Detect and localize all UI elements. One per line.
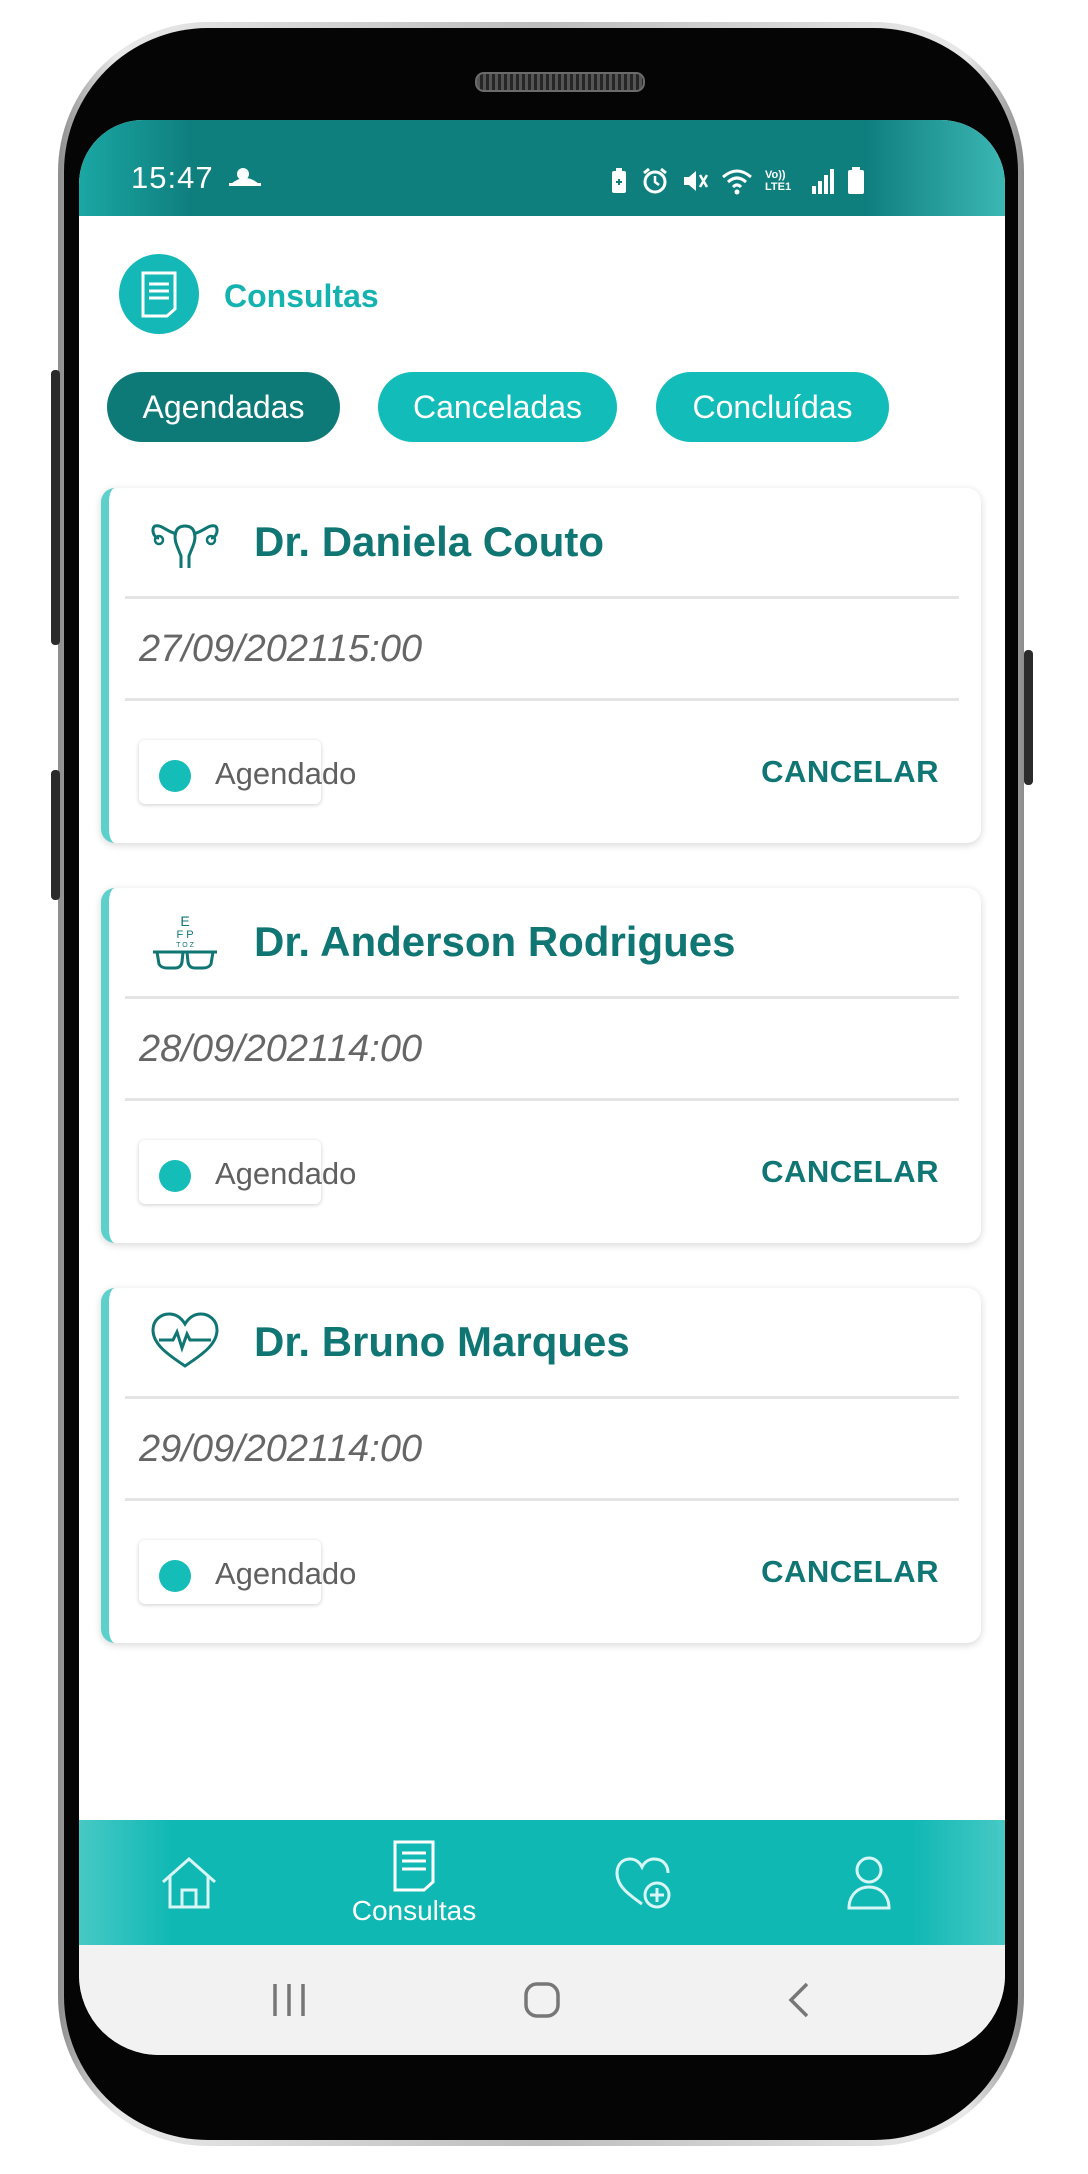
status-label: Agendado bbox=[215, 1156, 357, 1191]
appointment-date: 27/09/2021 bbox=[139, 628, 330, 670]
nav-health[interactable] bbox=[594, 1820, 694, 1945]
appointment-date: 29/09/2021 bbox=[139, 1428, 330, 1470]
appointment-date: 28/09/2021 bbox=[139, 1028, 330, 1070]
weather-icon bbox=[229, 168, 261, 186]
divider bbox=[125, 996, 959, 999]
alarm-icon bbox=[643, 167, 667, 194]
heart-pulse-icon bbox=[151, 1312, 219, 1368]
volume-up-button bbox=[51, 370, 60, 645]
status-badge: Agendado bbox=[139, 1140, 356, 1204]
screen: 15:47 Vo)) LTE1 Consultas Agendadas Canc… bbox=[79, 120, 1005, 2055]
nav-home[interactable] bbox=[139, 1820, 239, 1945]
doctor-name: Dr. Anderson Rodrigues bbox=[254, 918, 736, 965]
eye-chart-glasses-icon: E F P T O Z bbox=[153, 913, 217, 970]
volte-icon: Vo)) LTE1 bbox=[765, 169, 792, 193]
appointment-card[interactable]: E F P T O Z Dr. Anderson Rodrigues 28/09… bbox=[101, 888, 981, 1243]
signal-icon bbox=[812, 169, 834, 194]
system-navigation-bar bbox=[79, 1945, 1005, 2055]
status-badge: Agendado bbox=[139, 1540, 356, 1604]
appointment-card[interactable]: Dr. Daniela Couto 27/09/2021 15:00 Agend… bbox=[101, 488, 981, 843]
document-icon bbox=[141, 271, 177, 318]
user-icon bbox=[847, 1856, 891, 1909]
header-avatar bbox=[119, 254, 199, 334]
status-time: 15:47 bbox=[131, 160, 214, 195]
back-icon[interactable] bbox=[783, 1981, 813, 2019]
divider bbox=[125, 1396, 959, 1399]
wifi-icon bbox=[722, 169, 752, 195]
bottom-nav: Consultas bbox=[79, 1820, 1005, 1945]
heart-plus-icon bbox=[615, 1856, 671, 1908]
cancel-button[interactable]: CANCELAR bbox=[761, 1554, 939, 1590]
page-title: Consultas bbox=[224, 278, 379, 314]
tab-concluidas[interactable]: Concluídas bbox=[656, 372, 889, 442]
eye-chart-row-3: T O Z bbox=[176, 942, 194, 949]
doctor-name: Dr. Daniela Couto bbox=[254, 518, 605, 565]
home-icon bbox=[162, 1856, 216, 1908]
status-label: Agendado bbox=[215, 1556, 357, 1591]
volume-down-button bbox=[51, 770, 60, 900]
nav-profile[interactable] bbox=[819, 1820, 919, 1945]
status-dot bbox=[159, 1560, 191, 1592]
tab-canceladas[interactable]: Canceladas bbox=[378, 372, 617, 442]
status-badge: Agendado bbox=[139, 740, 356, 804]
nav-consultas[interactable]: Consultas bbox=[324, 1820, 504, 1945]
battery-saver-icon bbox=[612, 168, 626, 193]
status-dot bbox=[159, 760, 191, 792]
uterus-icon bbox=[151, 524, 219, 568]
recents-icon[interactable] bbox=[269, 1982, 309, 2018]
nav-label: Consultas bbox=[351, 1894, 477, 1926]
battery-icon bbox=[848, 167, 864, 194]
appointment-time: 14:00 bbox=[327, 1028, 423, 1070]
status-icons: Vo)) LTE1 bbox=[609, 166, 865, 196]
mute-icon bbox=[684, 171, 709, 191]
divider bbox=[125, 1498, 959, 1501]
eye-chart-row-1: E bbox=[180, 913, 189, 929]
divider bbox=[125, 596, 959, 599]
cancel-button[interactable]: CANCELAR bbox=[761, 1154, 939, 1190]
tab-agendadas[interactable]: Agendadas bbox=[107, 372, 340, 442]
appointment-card[interactable]: Dr. Bruno Marques 29/09/2021 14:00 Agend… bbox=[101, 1288, 981, 1643]
power-button bbox=[1024, 650, 1033, 785]
status-dot bbox=[159, 1160, 191, 1192]
document-icon bbox=[393, 1840, 435, 1891]
cancel-button[interactable]: CANCELAR bbox=[761, 754, 939, 790]
status-label: Agendado bbox=[215, 756, 357, 791]
earpiece-speaker bbox=[475, 72, 645, 92]
status-bar: 15:47 Vo)) LTE1 bbox=[79, 120, 1005, 216]
divider bbox=[125, 698, 959, 701]
doctor-name: Dr. Bruno Marques bbox=[254, 1318, 630, 1365]
appointment-time: 14:00 bbox=[327, 1428, 423, 1470]
home-button-icon[interactable] bbox=[523, 1981, 561, 2019]
eye-chart-row-2: F P bbox=[176, 929, 193, 941]
divider bbox=[125, 1098, 959, 1101]
appointment-time: 15:00 bbox=[327, 628, 423, 670]
